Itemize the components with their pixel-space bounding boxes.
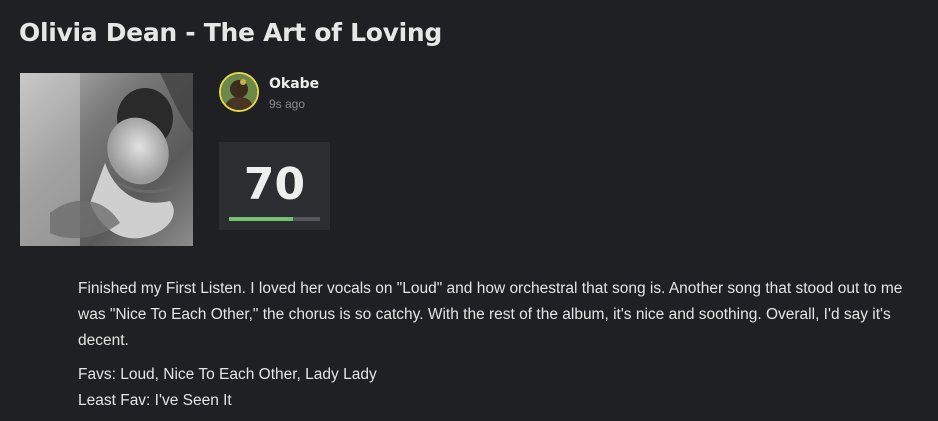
review-body: Finished my First Listen. I loved her vo… xyxy=(78,276,918,414)
user-avatar[interactable] xyxy=(219,72,259,112)
least-favorite-track: Least Fav: I've Seen It xyxy=(78,392,232,409)
score-box: 70 xyxy=(219,142,330,230)
favorite-tracks: Favs: Loud, Nice To Each Other, Lady Lad… xyxy=(78,366,377,383)
score-bar xyxy=(229,217,320,221)
score-value: 70 xyxy=(243,159,306,210)
review-page: Olivia Dean - The Art of Loving Okabe 9s… xyxy=(0,0,938,421)
review-title[interactable]: Olivia Dean - The Art of Loving xyxy=(19,18,442,47)
username[interactable]: Okabe xyxy=(269,76,319,92)
album-cover[interactable] xyxy=(20,73,193,246)
review-timestamp: 9s ago xyxy=(269,97,306,111)
review-text: Finished my First Listen. I loved her vo… xyxy=(78,280,903,349)
score-bar-fill xyxy=(229,217,293,221)
